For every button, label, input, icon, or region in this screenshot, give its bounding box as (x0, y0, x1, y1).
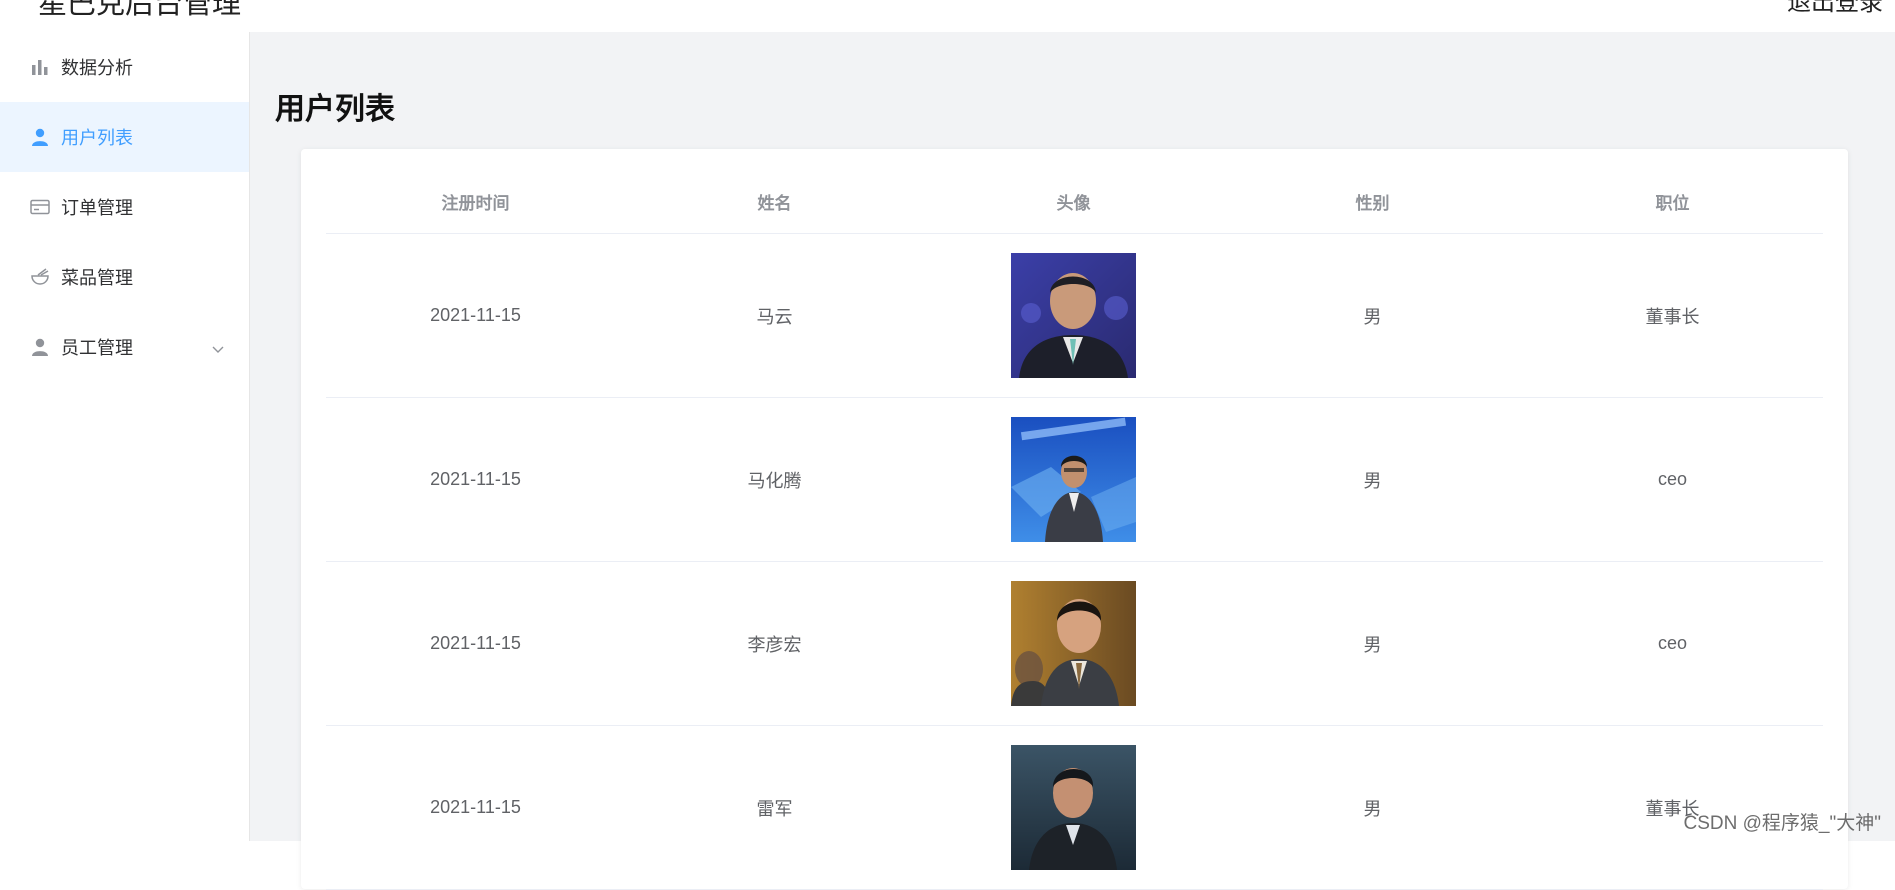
cell-avatar (924, 725, 1223, 890)
table-header-row: 注册时间 姓名 头像 性别 职位 (326, 169, 1823, 234)
column-header-gender[interactable]: 性别 (1223, 169, 1522, 234)
cell-gender: 男 (1223, 561, 1522, 726)
cell-name: 马化腾 (625, 397, 924, 562)
sidebar-item-data-analysis[interactable]: 数据分析 (0, 32, 249, 102)
user-table: 注册时间 姓名 头像 性别 职位 2021-11-15 马云 男 董事长 202… (326, 169, 1823, 890)
watermark: CSDN @程序猿_"大神" (1683, 813, 1881, 834)
cell-name: 雷军 (625, 725, 924, 890)
cell-name: 李彦宏 (625, 561, 924, 726)
table-row[interactable]: 2021-11-15 李彦宏 男 ceo (326, 561, 1823, 726)
avatar (1011, 581, 1136, 706)
table-row[interactable]: 2021-11-15 雷军 男 董事长 (326, 725, 1823, 890)
column-header-register-time[interactable]: 注册时间 (326, 169, 625, 234)
cell-avatar (924, 561, 1223, 726)
cell-gender: 男 (1223, 233, 1522, 398)
user-icon (29, 336, 51, 358)
app-title: 星巴克后台管理 (38, 0, 242, 20)
column-header-avatar[interactable]: 头像 (924, 169, 1223, 234)
sidebar-item-label: 员工管理 (61, 338, 133, 358)
cell-name: 马云 (625, 233, 924, 398)
sidebar-item-user-list[interactable]: 用户列表 (0, 102, 249, 172)
top-header: 星巴克后台管理 退出登录 (0, 0, 1895, 32)
table-row[interactable]: 2021-11-15 马云 男 董事长 (326, 233, 1823, 398)
cell-position: ceo (1522, 561, 1823, 726)
sidebar-item-label: 订单管理 (61, 198, 133, 218)
sidebar-item-staff-management[interactable]: 员工管理 (0, 312, 249, 382)
main-content: 用户列表 注册时间 姓名 头像 性别 职位 2021-11-15 马云 男 董事… (250, 32, 1895, 890)
sidebar-item-label: 用户列表 (61, 128, 133, 148)
sidebar-item-label: 数据分析 (61, 58, 133, 78)
sidebar-item-order-management[interactable]: 订单管理 (0, 172, 249, 242)
bowl-icon (29, 266, 51, 288)
cell-register-time: 2021-11-15 (326, 233, 625, 398)
sidebar-item-dish-management[interactable]: 菜品管理 (0, 242, 249, 312)
column-header-position[interactable]: 职位 (1522, 169, 1823, 234)
cell-gender: 男 (1223, 397, 1522, 562)
cell-gender: 男 (1223, 725, 1522, 890)
user-table-card: 注册时间 姓名 头像 性别 职位 2021-11-15 马云 男 董事长 202… (301, 149, 1848, 890)
cell-position: ceo (1522, 397, 1823, 562)
cell-avatar (924, 233, 1223, 398)
logout-button[interactable]: 退出登录 (1787, 0, 1883, 17)
table-row[interactable]: 2021-11-15 马化腾 男 ceo (326, 397, 1823, 562)
avatar (1011, 417, 1136, 542)
avatar (1011, 253, 1136, 378)
sidebar: 数据分析 用户列表 订单管理 菜品管理 员工管理 (0, 32, 250, 841)
column-header-name[interactable]: 姓名 (625, 169, 924, 234)
sidebar-item-label: 菜品管理 (61, 268, 133, 288)
chevron-down-icon[interactable] (211, 340, 225, 354)
avatar (1011, 745, 1136, 870)
bar-chart-icon (29, 56, 51, 78)
cell-avatar (924, 397, 1223, 562)
cell-register-time: 2021-11-15 (326, 397, 625, 562)
user-icon (29, 126, 51, 148)
cell-register-time: 2021-11-15 (326, 561, 625, 726)
page-title: 用户列表 (275, 93, 395, 126)
cell-register-time: 2021-11-15 (326, 725, 625, 890)
cell-position: 董事长 (1522, 233, 1823, 398)
credit-card-icon (29, 196, 51, 218)
